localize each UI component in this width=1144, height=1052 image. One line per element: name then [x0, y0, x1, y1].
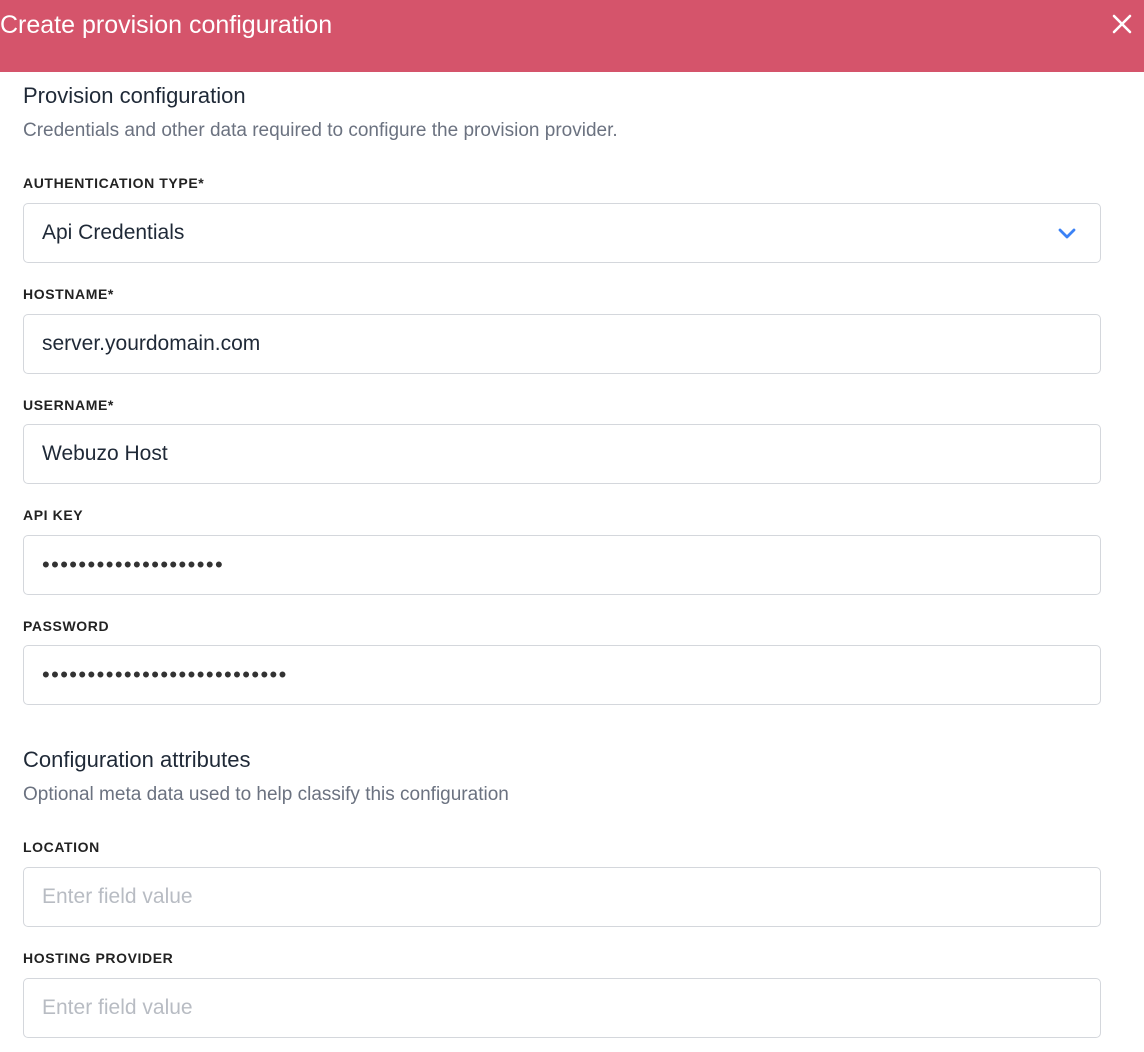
- close-button[interactable]: [1108, 10, 1136, 38]
- attributes-section-title: Configuration attributes: [23, 747, 251, 772]
- api-key-masked-value: ••••••••••••••••••••: [42, 552, 225, 577]
- api-key-input[interactable]: ••••••••••••••••••••: [23, 535, 1101, 595]
- auth-type-selected-value: Api Credentials: [42, 221, 185, 244]
- attributes-section-description: Optional meta data used to help classify…: [23, 784, 509, 805]
- hostname-field-box: [23, 314, 1101, 374]
- location-field-box: [23, 867, 1101, 927]
- password-label: PASSWORD: [23, 618, 110, 634]
- username-label: USERNAME*: [23, 397, 114, 413]
- hosting-provider-input[interactable]: [25, 980, 1055, 1036]
- hostname-input[interactable]: [25, 316, 1055, 372]
- modal-header: Create provision configuration: [0, 0, 1144, 72]
- hosting-provider-label: HOSTING PROVIDER: [23, 950, 174, 966]
- chevron-down-icon: [1058, 228, 1076, 239]
- modal-title: Create provision configuration: [0, 11, 333, 39]
- hostname-label: HOSTNAME*: [23, 286, 114, 302]
- auth-type-select[interactable]: Api Credentials: [23, 203, 1101, 263]
- hosting-provider-field-box: [23, 978, 1101, 1038]
- close-icon: [1112, 14, 1132, 34]
- auth-type-label: AUTHENTICATION TYPE*: [23, 175, 205, 191]
- location-input[interactable]: [25, 869, 1055, 925]
- password-input[interactable]: •••••••••••••••••••••••••••: [23, 645, 1101, 705]
- provision-section-description: Credentials and other data required to c…: [23, 120, 618, 141]
- username-input[interactable]: [25, 426, 1055, 482]
- api-key-label: API KEY: [23, 507, 84, 523]
- username-field-box: [23, 424, 1101, 484]
- location-label: LOCATION: [23, 839, 100, 855]
- password-masked-value: •••••••••••••••••••••••••••: [42, 662, 288, 687]
- provision-section-title: Provision configuration: [23, 83, 246, 108]
